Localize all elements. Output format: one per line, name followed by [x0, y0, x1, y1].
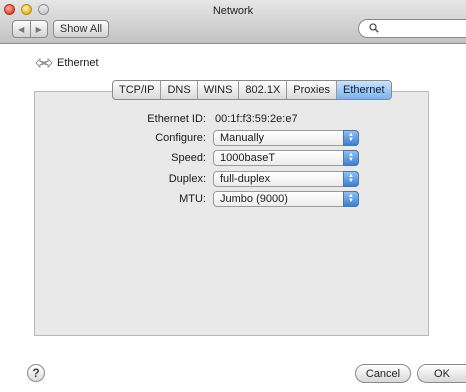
duplex-value: full-duplex: [220, 173, 271, 185]
show-all-button[interactable]: Show All: [53, 20, 109, 38]
ok-button[interactable]: OK: [417, 364, 466, 383]
service-name: Ethernet: [57, 57, 99, 69]
cancel-button[interactable]: Cancel: [355, 364, 411, 383]
speed-row: Speed: 1000baseT ▲ ▼: [0, 150, 466, 168]
help-button[interactable]: ?: [27, 364, 45, 382]
window-title: Network: [212, 5, 254, 17]
back-forward-control: ◀ ▶: [12, 20, 48, 38]
forward-button[interactable]: ▶: [29, 21, 48, 37]
popup-arrows-icon: ▲ ▼: [343, 150, 359, 166]
tab-bar: TCP/IP DNS WINS 802.1X Proxies Ethernet: [112, 80, 392, 100]
search-input[interactable]: [358, 19, 466, 38]
tab-dns[interactable]: DNS: [160, 81, 196, 99]
speed-label: Speed:: [171, 152, 206, 164]
ethernet-arrows-icon: [35, 58, 53, 68]
popup-arrows-icon: ▲ ▼: [343, 171, 359, 187]
popup-arrows-icon: ▲ ▼: [343, 191, 359, 207]
tab-tcpip[interactable]: TCP/IP: [113, 81, 160, 99]
tab-wins[interactable]: WINS: [196, 81, 239, 99]
speed-value: 1000baseT: [220, 152, 276, 164]
tab-ethernet[interactable]: Ethernet: [335, 81, 391, 99]
configure-row: Configure: Manually ▲ ▼: [0, 130, 466, 148]
popup-arrows-icon: ▲ ▼: [343, 130, 359, 146]
ethernet-id-label: Ethernet ID:: [147, 113, 206, 125]
toolbar: Network ◀ ▶ Show All: [0, 0, 466, 44]
configure-value: Manually: [220, 132, 265, 144]
duplex-label: Duplex:: [168, 173, 206, 185]
configure-label: Configure:: [155, 132, 206, 144]
mtu-popup[interactable]: Jumbo (9000) ▲ ▼: [213, 191, 359, 207]
mtu-row: MTU: Jumbo (9000) ▲ ▼: [0, 191, 466, 209]
duplex-popup[interactable]: full-duplex ▲ ▼: [213, 171, 359, 187]
ethernet-id-value: 00:1f:f3:59:2e:e7: [215, 113, 298, 125]
search-icon: [369, 23, 379, 33]
mtu-value: Jumbo (9000): [220, 193, 288, 205]
ethernet-id-row: Ethernet ID: 00:1f:f3:59:2e:e7: [0, 111, 466, 129]
mtu-label: MTU:: [179, 193, 206, 205]
configure-popup[interactable]: Manually ▲ ▼: [213, 130, 359, 146]
speed-popup[interactable]: 1000baseT ▲ ▼: [213, 150, 359, 166]
back-button[interactable]: ◀: [13, 21, 30, 37]
duplex-row: Duplex: full-duplex ▲ ▼: [0, 171, 466, 189]
tab-8021x[interactable]: 802.1X: [238, 81, 286, 99]
tab-proxies[interactable]: Proxies: [286, 81, 336, 99]
